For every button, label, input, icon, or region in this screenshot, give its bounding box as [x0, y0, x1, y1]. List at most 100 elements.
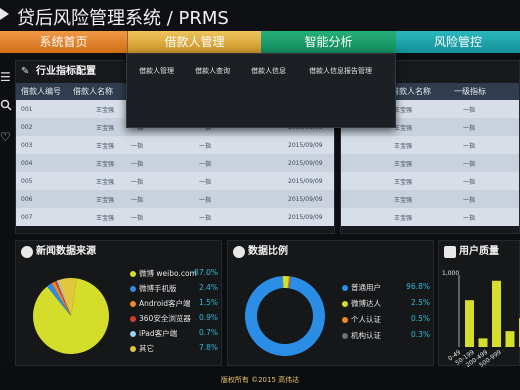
table-cell: 一指 — [449, 172, 499, 190]
tab-home[interactable]: 系统首页 — [0, 31, 127, 53]
tab-borrower-management[interactable]: 借款人管理 — [127, 31, 261, 53]
legend-label: 360安全浏览器 — [139, 314, 191, 323]
panel-title: 用户质量 — [459, 246, 499, 257]
legend-value: 1.5% — [198, 298, 218, 307]
legend-item[interactable]: 微博 weibo.com 87.0% — [130, 268, 218, 279]
legend-item[interactable]: 360安全浏览器 0.9% — [130, 313, 218, 324]
legend-label: 机构认证 — [351, 331, 381, 340]
legend-dot-icon — [130, 271, 136, 277]
legend-item[interactable]: 普通用户 96.8% — [342, 282, 430, 293]
table-cell — [341, 172, 389, 190]
legend-label: Android客户端 — [139, 299, 191, 308]
table-cell — [341, 154, 389, 172]
bar[interactable] — [492, 280, 501, 347]
legend-value: 96.8% — [406, 282, 430, 291]
legend-label: 微博 weibo.com — [139, 269, 197, 278]
bar-chart-icon — [444, 246, 456, 258]
legend-item[interactable]: 微博手机版 2.4% — [130, 283, 218, 294]
legend-item[interactable]: 个人认证 0.5% — [342, 314, 430, 325]
back-arrow-icon[interactable] — [0, 8, 9, 20]
bar[interactable] — [505, 331, 515, 347]
user-quality-bar-chart: 0-4950-199200-499500-999 — [447, 275, 520, 367]
tab-risk-control[interactable]: 风险管控 — [396, 31, 520, 53]
table-row[interactable]: 004 王宝强 一指 一指 2015/09/09 — [16, 154, 334, 172]
table-row[interactable]: 005 王宝强 一指 一指 2015/09/09 — [16, 172, 334, 190]
table-cell: 一指 — [449, 136, 499, 154]
table-row[interactable]: 王宝强 一指 — [341, 172, 519, 190]
table-cell — [499, 154, 519, 172]
legend-value: 0.7% — [198, 328, 218, 337]
legend-value: 0.5% — [410, 314, 430, 323]
table-cell: 王宝强 — [68, 172, 126, 190]
legend-item[interactable]: Android客户端 1.5% — [130, 298, 218, 309]
borrower-dropdown-menu: 借款人管理 借款人查询 借款人信息 借款人信息报告管理 — [126, 53, 396, 128]
legend-label: 微博达人 — [351, 299, 381, 308]
table-cell: 一指 — [194, 190, 274, 208]
table-cell: 王宝强 — [68, 190, 126, 208]
legend-item[interactable]: 微博达人 2.5% — [342, 298, 430, 309]
table-row[interactable]: 王宝强 一指 — [341, 136, 519, 154]
heart-icon[interactable]: ♡ — [0, 131, 11, 143]
menu-item-borrower-info[interactable]: 借款人信息 — [251, 66, 286, 76]
legend-dot-icon — [342, 285, 348, 291]
column-header[interactable]: 一级指标 — [449, 83, 499, 100]
pie-icon — [21, 246, 33, 258]
menu-item-borrower-management[interactable]: 借款人管理 — [139, 66, 174, 76]
table-row[interactable]: 王宝强 一指 — [341, 190, 519, 208]
legend-item[interactable]: 其它 7.8% — [130, 343, 218, 354]
menu-item-borrower-query[interactable]: 借款人查询 — [195, 66, 230, 76]
table-cell: 王宝强 — [389, 208, 449, 226]
app-title: 贷后风险管理系统 / PRMS — [17, 8, 229, 29]
legend-value: 0.9% — [198, 313, 218, 322]
table-row[interactable]: 007 王宝强 一指 一指 2015/09/09 — [16, 208, 334, 226]
pie-slice[interactable] — [245, 276, 325, 356]
legend-label: 其它 — [139, 344, 154, 353]
legend-value: 7.8% — [198, 343, 218, 352]
table-cell: 2015/09/09 — [274, 208, 334, 226]
column-header[interactable]: 借款人名称 — [389, 83, 449, 100]
table-cell: 一指 — [194, 208, 274, 226]
legend-label: 微博手机版 — [139, 284, 177, 293]
table-cell: 一指 — [449, 118, 499, 136]
legend-value: 2.5% — [410, 298, 430, 307]
legend-item[interactable]: 机构认证 0.3% — [342, 330, 430, 341]
table-cell — [499, 136, 519, 154]
legend-value: 2.4% — [198, 283, 218, 292]
table-cell — [341, 136, 389, 154]
table-cell: 2015/09/09 — [274, 190, 334, 208]
table-cell: 一指 — [449, 100, 499, 118]
search-icon[interactable] — [0, 99, 12, 113]
table-cell: 一指 — [194, 136, 274, 154]
table-cell: 王宝强 — [68, 136, 126, 154]
column-header[interactable]: 借款人名称 — [68, 83, 126, 100]
legend-item[interactable]: iPad客户端 0.7% — [130, 328, 218, 339]
table-cell — [499, 172, 519, 190]
bar[interactable] — [478, 338, 488, 347]
table-row[interactable]: 王宝强 一指 — [341, 154, 519, 172]
table-cell: 王宝强 — [389, 136, 449, 154]
tab-smart-analysis[interactable]: 智能分析 — [261, 31, 396, 53]
table-row[interactable]: 003 王宝强 一指 一指 2015/09/09 — [16, 136, 334, 154]
legend-dot-icon — [130, 301, 136, 307]
table-cell: 003 — [16, 136, 68, 154]
table-cell: 王宝强 — [389, 190, 449, 208]
list-icon[interactable]: ☰ — [0, 71, 11, 83]
column-header[interactable]: 借款人编号 — [16, 83, 68, 100]
bar[interactable] — [465, 300, 474, 347]
pie-icon — [233, 246, 245, 258]
table-cell: 2015/09/09 — [274, 172, 334, 190]
table-cell: 一指 — [126, 136, 194, 154]
table-cell: 2015/09/09 — [274, 154, 334, 172]
table-cell: 一指 — [449, 208, 499, 226]
column-header[interactable] — [499, 83, 519, 100]
footer: 版权所有 ©2015 高伟达 — [0, 370, 520, 390]
table-cell: 一指 — [126, 154, 194, 172]
panel-title: 数据比例 — [248, 246, 288, 257]
table-row[interactable]: 006 王宝强 一指 一指 2015/09/09 — [16, 190, 334, 208]
menu-item-borrower-report[interactable]: 借款人信息报告管理 — [309, 66, 372, 76]
table-cell: 王宝强 — [68, 118, 126, 136]
table-cell: 王宝强 — [68, 100, 126, 118]
table-cell: 王宝强 — [389, 172, 449, 190]
table-row[interactable]: 王宝强 一指 — [341, 208, 519, 226]
table-cell — [499, 190, 519, 208]
